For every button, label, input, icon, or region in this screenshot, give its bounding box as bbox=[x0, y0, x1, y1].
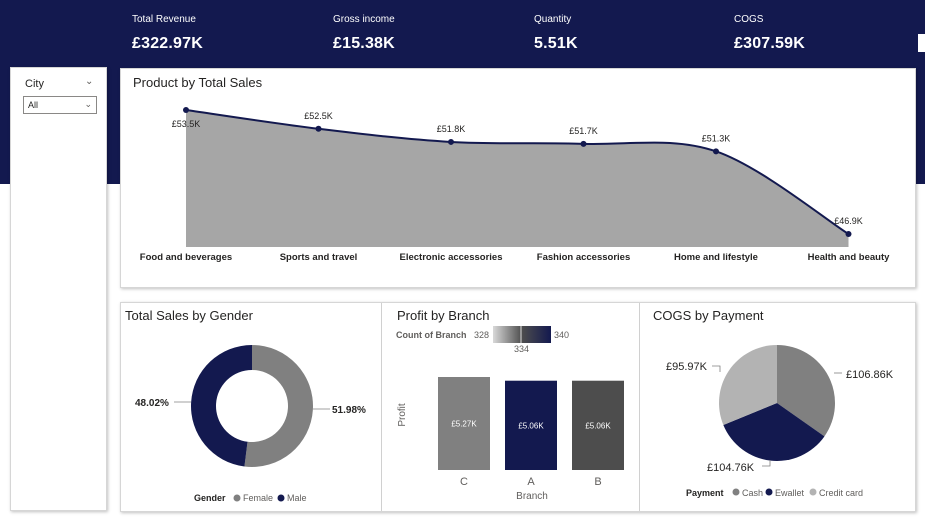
legend-item-credit-card[interactable]: Credit card bbox=[819, 488, 863, 498]
tick-label: C bbox=[460, 476, 468, 488]
bar-chart[interactable]: £5.27K C £5.06K A £5.06K B bbox=[438, 377, 624, 488]
data-label: £5.27K bbox=[451, 420, 477, 429]
data-label: 48.02% bbox=[135, 398, 169, 409]
color-scale-label: Count of Branch bbox=[396, 330, 467, 340]
tick-label: B bbox=[594, 476, 601, 488]
donut-slice-female bbox=[244, 345, 313, 467]
legend-title: Payment bbox=[686, 488, 724, 498]
data-label: £95.97K bbox=[666, 361, 708, 373]
data-label: £5.06K bbox=[518, 421, 544, 430]
color-scale-legend: Count of Branch 328 340 334 bbox=[396, 326, 569, 354]
legend-swatch-credit-card bbox=[809, 488, 817, 496]
legend-swatch-cash bbox=[732, 488, 740, 496]
pie-legend: Payment Cash Ewallet Credit card bbox=[686, 488, 863, 498]
leader-line bbox=[762, 460, 771, 467]
donut-slice-male bbox=[190, 345, 252, 467]
donut-legend: Gender Female Male bbox=[194, 493, 307, 503]
y-axis-label: Profit bbox=[397, 403, 408, 427]
leader-line bbox=[712, 365, 721, 372]
data-label: £104.76K bbox=[707, 462, 755, 474]
bottom-charts-svg: 51.98% 48.02% Gender Female Male Count of… bbox=[135, 326, 894, 503]
color-scale-min: 328 bbox=[474, 330, 489, 340]
color-scale-mid: 334 bbox=[514, 344, 529, 354]
legend-swatch-ewallet bbox=[765, 488, 773, 496]
tick-label: A bbox=[527, 476, 535, 488]
legend-title: Gender bbox=[194, 493, 226, 503]
donut-chart[interactable]: 51.98% 48.02% bbox=[135, 345, 366, 467]
data-label: £5.06K bbox=[585, 421, 611, 430]
legend-swatch-male bbox=[277, 494, 285, 502]
legend-item-cash[interactable]: Cash bbox=[742, 488, 763, 498]
color-scale-bar bbox=[493, 326, 551, 343]
color-scale-max: 340 bbox=[554, 330, 569, 340]
legend-item-female[interactable]: Female bbox=[243, 493, 273, 503]
data-label: 51.98% bbox=[332, 405, 366, 416]
legend-item-male[interactable]: Male bbox=[287, 493, 307, 503]
data-label: £106.86K bbox=[846, 369, 894, 381]
pie-chart[interactable]: £106.86K £104.76K £95.97K bbox=[666, 345, 894, 474]
legend-item-ewallet[interactable]: Ewallet bbox=[775, 488, 805, 498]
x-axis-label: Branch bbox=[516, 491, 548, 502]
legend-swatch-female bbox=[233, 494, 241, 502]
